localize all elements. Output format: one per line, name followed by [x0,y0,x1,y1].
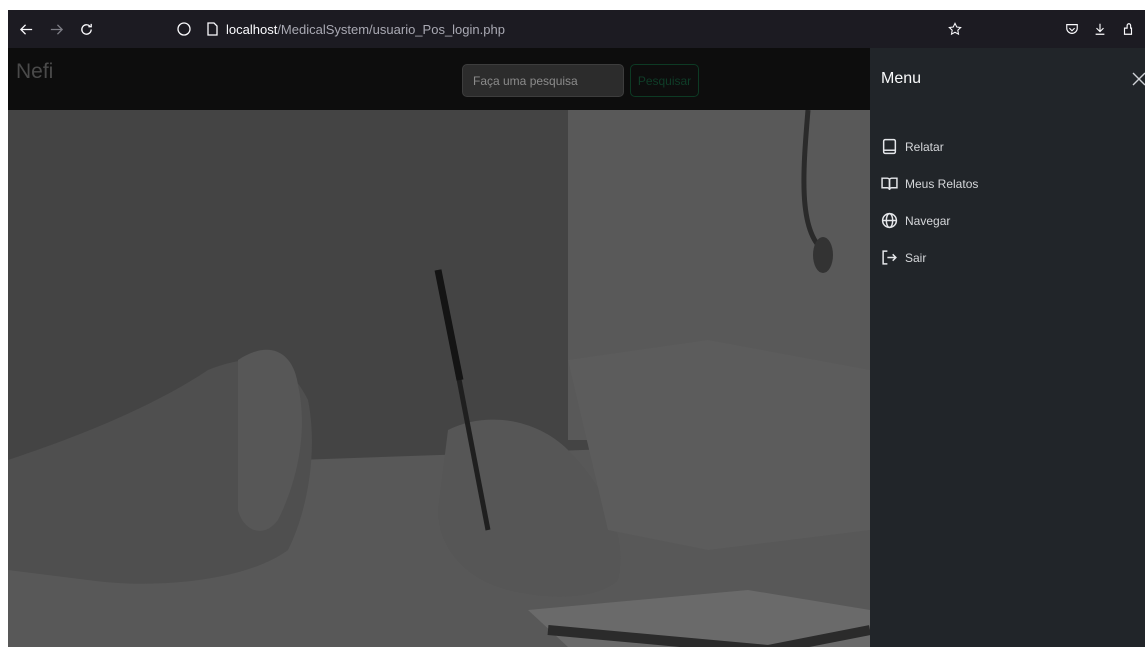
search-input[interactable] [462,64,624,97]
book-icon [881,175,899,193]
menu-title: Menu [881,70,922,87]
page-icon [204,21,220,37]
pocket-icon[interactable] [1060,17,1084,41]
download-icon[interactable] [1088,17,1112,41]
menu-list: Relatar Meus Relatos Navegar Sair [881,128,978,276]
globe-icon [881,212,899,230]
menu-item-navegar[interactable]: Navegar [881,202,978,239]
address-bar[interactable]: localhost/MedicalSystem/usuario_Pos_logi… [170,14,1010,44]
url-path: /MedicalSystem/usuario_Pos_login.php [277,21,505,37]
hero-image [8,110,870,647]
offcanvas-menu: Menu Relatar Meus Relatos Navegar Sair [870,48,1145,647]
back-icon[interactable] [14,17,38,41]
reload-icon[interactable] [74,17,98,41]
brand-logo[interactable]: Nefi [16,60,53,84]
menu-item-label: Sair [905,250,927,265]
logout-icon [881,249,899,267]
doctor-consultation-image [8,110,870,647]
menu-item-label: Meus Relatos [905,176,979,191]
bookmark-star-icon[interactable] [943,17,967,41]
forward-icon[interactable] [44,17,68,41]
top-navbar: Nefi Pesquisar [8,48,870,110]
tablet-icon [881,138,899,156]
menu-item-label: Navegar [905,213,951,228]
page-viewport: Nefi Pesquisar Menu Relatar Meus Relatos [8,48,1145,647]
browser-toolbar: localhost/MedicalSystem/usuario_Pos_logi… [8,10,1145,48]
menu-item-relatar[interactable]: Relatar [881,128,978,165]
url-host: localhost [226,21,278,37]
close-icon[interactable] [1128,68,1145,90]
menu-item-label: Relatar [905,139,944,154]
menu-item-sair[interactable]: Sair [881,239,978,276]
search-button[interactable]: Pesquisar [630,64,699,97]
extensions-icon[interactable] [1116,17,1140,41]
shield-icon[interactable] [176,21,192,37]
menu-item-meus-relatos[interactable]: Meus Relatos [881,165,978,202]
